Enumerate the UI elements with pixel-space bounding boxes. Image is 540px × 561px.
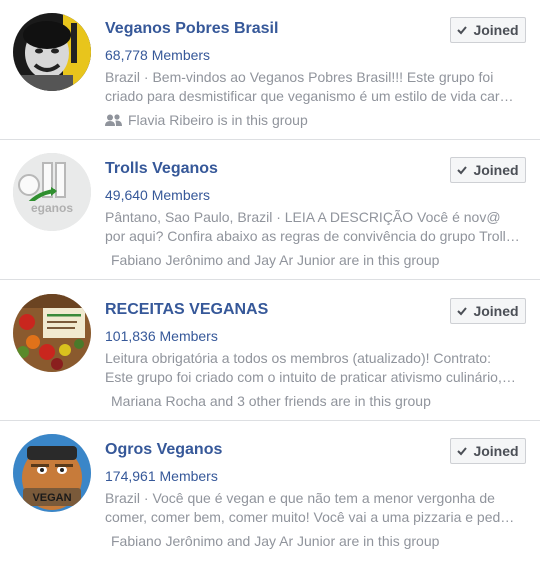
- check-icon: [457, 447, 468, 456]
- portrait-photo-icon: [13, 13, 91, 91]
- group-description: Leitura obrigatória a todos os membros (…: [105, 350, 502, 385]
- friends-icon: [105, 114, 122, 126]
- group-row: Veganos Pobres Brasil 68,778 Members Bra…: [0, 0, 540, 140]
- trolls-logo-icon: eganos: [13, 153, 91, 231]
- svg-text:eganos: eganos: [31, 201, 73, 215]
- group-info: Veganos Pobres Brasil 68,778 Members Bra…: [105, 19, 511, 129]
- joined-button[interactable]: Joined: [450, 438, 526, 464]
- group-row: eganos Trolls Veganos 49,640 Members Pân…: [0, 140, 540, 280]
- member-count: 101,836 Members: [105, 328, 218, 344]
- joined-button[interactable]: Joined: [450, 157, 526, 183]
- check-icon: [457, 26, 468, 35]
- group-row: RECEITAS VEGANAS 101,836 Members Leitura…: [0, 281, 540, 421]
- member-count: 49,640 Members: [105, 187, 211, 203]
- joined-label: Joined: [473, 162, 519, 178]
- friends-in-group: Mariana Rocha and 3 other friends are in…: [105, 392, 431, 410]
- ogre-cartoon-icon: VEGAN: [13, 434, 91, 512]
- group-info: RECEITAS VEGANAS 101,836 Members Leitura…: [105, 300, 502, 410]
- friends-in-group: Fabiano Jerônimo and Jay Ar Junior are i…: [105, 251, 439, 269]
- group-description: Pântano, Sao Paulo, Brazil · LEIA A DESC…: [105, 209, 513, 244]
- friends-text: Mariana Rocha and 3 other friends are in…: [111, 393, 431, 409]
- joined-label: Joined: [473, 22, 519, 38]
- joined-label: Joined: [473, 303, 519, 319]
- friends-in-group: Flavia Ribeiro is in this group: [105, 111, 425, 129]
- vegetables-photo-icon: [13, 294, 91, 372]
- group-avatar[interactable]: eganos: [13, 153, 91, 231]
- check-icon: [457, 307, 468, 316]
- group-description: Brazil · Você que é vegan e que não tem …: [105, 490, 509, 525]
- group-name-link[interactable]: Veganos Pobres Brasil: [105, 19, 425, 39]
- group-list: Veganos Pobres Brasil 68,778 Members Bra…: [0, 0, 540, 561]
- group-info: Ogros Veganos 174,961 Members Brazil · V…: [105, 440, 508, 550]
- group-row: VEGAN Ogros Veganos 174,961 Members Braz…: [0, 421, 540, 561]
- group-avatar[interactable]: VEGAN: [13, 434, 91, 512]
- group-name-link[interactable]: Ogros Veganos: [105, 440, 425, 460]
- friends-in-group: Fabiano Jerônimo and Jay Ar Junior are i…: [105, 532, 439, 550]
- member-count: 68,778 Members: [105, 47, 211, 63]
- member-count: 174,961 Members: [105, 468, 218, 484]
- friends-text: Fabiano Jerônimo and Jay Ar Junior are i…: [111, 252, 440, 268]
- friends-text: Fabiano Jerônimo and Jay Ar Junior are i…: [111, 533, 440, 549]
- group-info: Trolls Veganos 49,640 Members Pântano, S…: [105, 159, 513, 269]
- friends-text: Flavia Ribeiro is in this group: [128, 112, 308, 128]
- svg-text:VEGAN: VEGAN: [32, 492, 71, 504]
- group-name-link[interactable]: Trolls Veganos: [105, 159, 425, 179]
- joined-button[interactable]: Joined: [450, 298, 526, 324]
- joined-button[interactable]: Joined: [450, 17, 526, 43]
- group-avatar[interactable]: [13, 294, 91, 372]
- joined-label: Joined: [473, 443, 519, 459]
- group-avatar[interactable]: [13, 13, 91, 91]
- group-description: Brazil · Bem-vindos ao Veganos Pobres Br…: [105, 69, 512, 104]
- check-icon: [457, 166, 468, 175]
- group-name-link[interactable]: RECEITAS VEGANAS: [105, 300, 425, 320]
